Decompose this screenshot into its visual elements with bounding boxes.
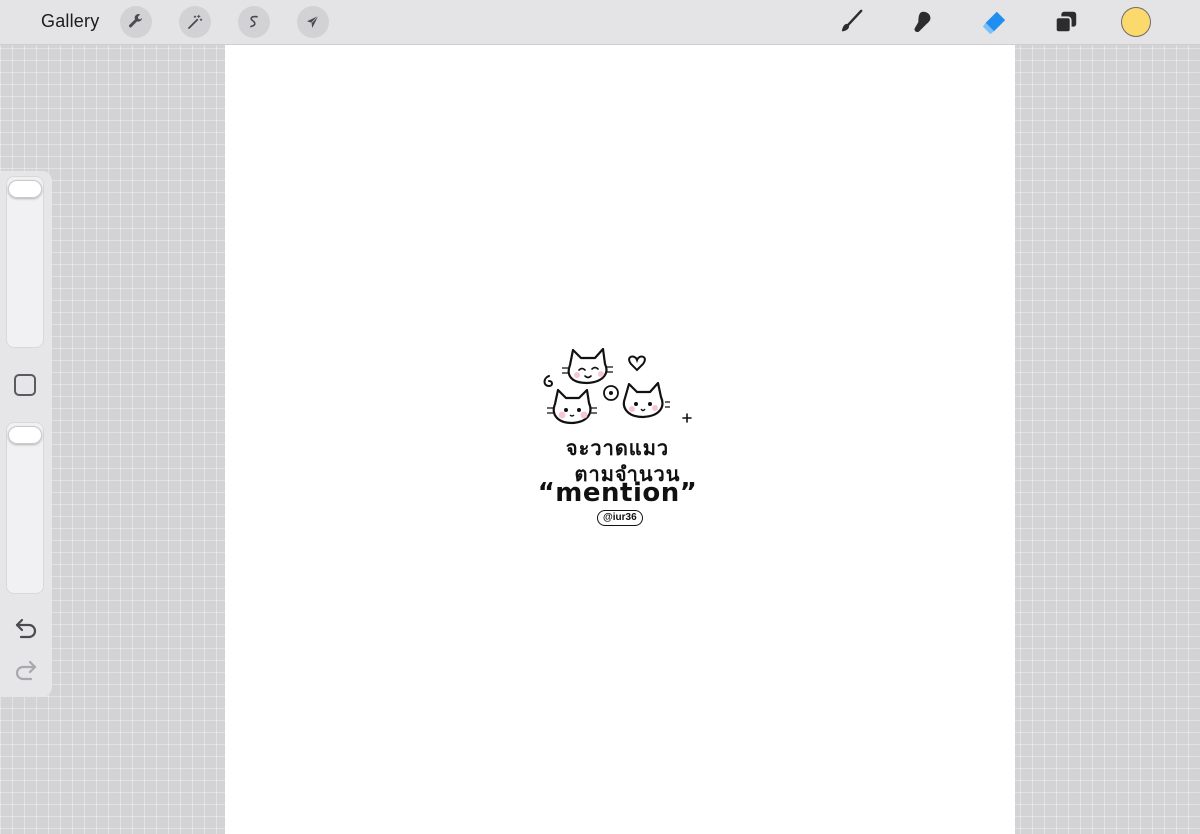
brush-size-thumb[interactable] bbox=[8, 180, 42, 198]
arrow-cursor-icon bbox=[307, 15, 319, 28]
layers-icon bbox=[1054, 11, 1077, 34]
layers-button[interactable] bbox=[1051, 7, 1081, 37]
brush-opacity-slider[interactable] bbox=[6, 422, 44, 594]
cat-faces-drawing bbox=[543, 347, 692, 425]
paint-button[interactable] bbox=[836, 7, 866, 37]
eraser-icon bbox=[982, 11, 1006, 35]
color-picker-button[interactable] bbox=[1121, 7, 1151, 37]
brush-opacity-thumb[interactable] bbox=[8, 426, 42, 444]
smudge-icon bbox=[914, 11, 931, 33]
redo-icon[interactable] bbox=[13, 659, 39, 681]
brush-size-slider[interactable] bbox=[6, 176, 44, 348]
selection-s-icon bbox=[250, 15, 258, 28]
artwork-text-line3: “mention” bbox=[537, 478, 698, 508]
left-sidebar bbox=[0, 171, 52, 697]
erase-button[interactable] bbox=[979, 7, 1009, 37]
selection-button[interactable] bbox=[238, 6, 270, 38]
actions-button[interactable] bbox=[120, 6, 152, 38]
smudge-button[interactable] bbox=[908, 7, 938, 37]
top-toolbar: Gallery bbox=[0, 0, 1200, 45]
gallery-button[interactable]: Gallery bbox=[41, 11, 99, 32]
transform-button[interactable] bbox=[297, 6, 329, 38]
brush-icon bbox=[841, 9, 863, 32]
undo-icon[interactable] bbox=[13, 617, 39, 639]
artwork-handle-tag: @iur36 bbox=[597, 510, 643, 526]
wrench-icon bbox=[129, 14, 142, 28]
magic-wand-icon bbox=[188, 14, 203, 29]
canvas-artwork: จะวาดแมว ตามจำนวน “mention” @iur36 bbox=[535, 340, 700, 530]
adjustments-button[interactable] bbox=[179, 6, 211, 38]
modify-button[interactable] bbox=[14, 374, 36, 396]
